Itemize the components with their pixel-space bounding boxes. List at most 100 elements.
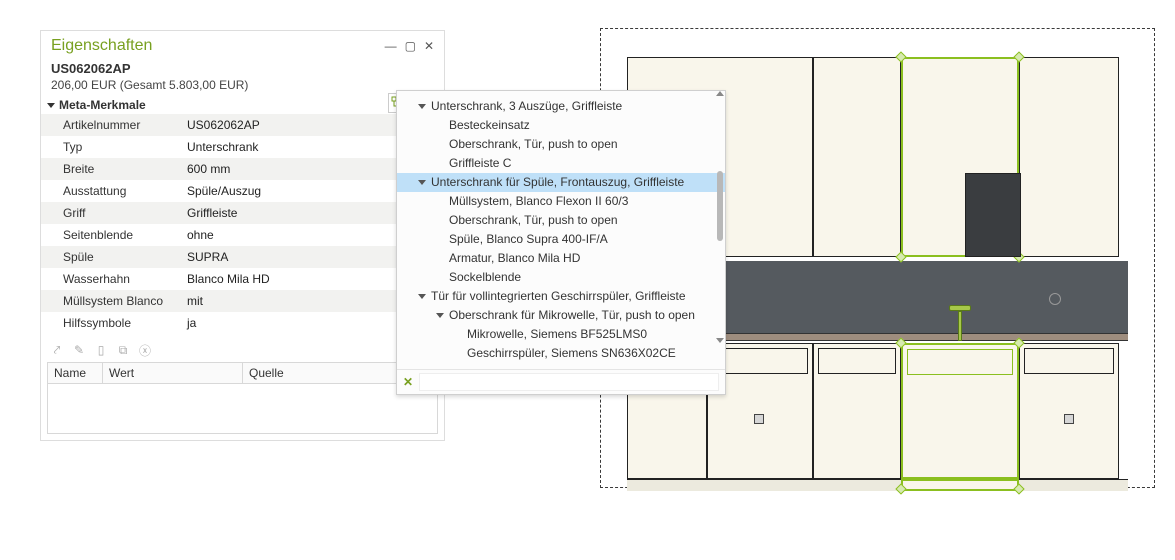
close-icon[interactable]: ✕ — [424, 40, 434, 52]
property-label: Müllsystem Blanco — [41, 290, 181, 312]
property-row[interactable]: Breite600 mm — [41, 158, 444, 180]
faucet-icon[interactable] — [953, 305, 967, 341]
section-title: Meta-Merkmale — [59, 98, 146, 112]
property-label: Wasserhahn — [41, 268, 181, 290]
tree-item[interactable]: Unterschrank, 3 Auszüge, Griffleiste — [397, 97, 725, 116]
tree-item[interactable]: Armatur, Blanco Mila HD — [397, 249, 725, 268]
tree-item[interactable]: Mikrowelle, Siemens BF525LMS0 — [397, 325, 725, 344]
tree-item[interactable]: Unterschrank für Spüle, Frontauszug, Gri… — [397, 173, 725, 192]
property-label: Ausstattung — [41, 180, 181, 202]
tree-item[interactable]: Sockelblende — [397, 268, 725, 287]
drawer — [907, 349, 1013, 375]
microwave-panel[interactable] — [965, 173, 1021, 257]
scroll-up-icon[interactable] — [716, 91, 724, 96]
drawer — [1024, 348, 1114, 374]
tree-item-label: Oberschrank für Mikrowelle, Tür, push to… — [447, 307, 715, 324]
panel-title: Eigenschaften — [51, 37, 385, 55]
faucet-stem — [958, 311, 962, 341]
tree-item[interactable]: Geschirrspüler, Siemens SN636X02CE — [397, 344, 725, 363]
item-code: US062062AP — [41, 61, 444, 76]
attr-body-empty — [47, 384, 438, 434]
property-row[interactable]: Müllsystem Blancomit — [41, 290, 444, 312]
chevron-down-icon[interactable] — [433, 313, 447, 318]
minimize-icon[interactable]: — — [385, 40, 397, 52]
property-row[interactable]: Seitenblendeohne — [41, 224, 444, 246]
tree-item[interactable]: Tür für vollintegrierten Geschirrspüler,… — [397, 287, 725, 306]
add-icon[interactable]: ⤤ — [49, 342, 65, 358]
window-controls: — ▢ ✕ — [385, 40, 434, 52]
chevron-down-icon — [47, 103, 55, 108]
property-label: Breite — [41, 158, 181, 180]
tree-item[interactable]: Besteckeinsatz — [397, 116, 725, 135]
toekick-selected[interactable] — [901, 479, 1019, 491]
property-row[interactable]: GriffGriffleiste — [41, 202, 444, 224]
scroll-thumb[interactable] — [717, 171, 723, 241]
tree-item-label: Oberschrank, Tür, push to open — [447, 136, 715, 153]
tree-item[interactable]: Müllsystem, Blanco Flexon II 60/3 — [397, 192, 725, 211]
property-row[interactable]: SpüleSUPRA — [41, 246, 444, 268]
chevron-down-icon[interactable] — [415, 104, 429, 109]
upper-cabinet[interactable] — [813, 57, 901, 257]
chevron-down-icon[interactable] — [415, 294, 429, 299]
tree-item-label: Spüle, Blanco Supra 400-IF/A — [447, 231, 715, 248]
tree-footer: ✕ — [397, 369, 725, 394]
property-label: Griff — [41, 202, 181, 224]
copy-icon[interactable]: ⧉ — [115, 342, 131, 358]
hob-ring-icon — [1049, 293, 1061, 305]
property-row[interactable]: Hilfssymboleja — [41, 312, 444, 334]
property-label: Seitenblende — [41, 224, 181, 246]
toekick — [627, 479, 1128, 491]
properties-panel: Eigenschaften — ▢ ✕ US062062AP 206,00 EU… — [40, 30, 445, 441]
base-cabinet[interactable] — [813, 343, 901, 479]
attr-columns: Name Wert Quelle — [47, 362, 438, 384]
handle-icon — [1064, 414, 1074, 424]
tree-item[interactable]: Spüle, Blanco Supra 400-IF/A — [397, 230, 725, 249]
properties-table: ArtikelnummerUS062062APTypUnterschrankBr… — [41, 114, 444, 334]
property-row[interactable]: AusstattungSpüle/Auszug — [41, 180, 444, 202]
property-row[interactable]: TypUnterschrank — [41, 136, 444, 158]
base-cabinet-selected[interactable] — [901, 343, 1019, 479]
filter-input[interactable] — [419, 373, 719, 391]
panel-header: Eigenschaften — ▢ ✕ — [41, 31, 444, 57]
property-label: Typ — [41, 136, 181, 158]
drawer — [712, 348, 808, 374]
property-row[interactable]: WasserhahnBlanco Mila HD — [41, 268, 444, 290]
hierarchy-popup: Unterschrank, 3 Auszüge, Griffleiste Best… — [396, 90, 726, 395]
delete-icon[interactable]: ⓧ — [137, 342, 153, 358]
hierarchy-tree[interactable]: Unterschrank, 3 Auszüge, Griffleiste Best… — [397, 91, 725, 369]
meta-section-header[interactable]: Meta-Merkmale — [41, 96, 444, 114]
property-label: Spüle — [41, 246, 181, 268]
tree-item[interactable]: Oberschrank, Tür, push to open — [397, 135, 725, 154]
property-label: Artikelnummer — [41, 114, 181, 136]
tree-item-label: Griffleiste C — [447, 155, 715, 172]
tree-item-label: Müllsystem, Blanco Flexon II 60/3 — [447, 193, 715, 210]
maximize-icon[interactable]: ▢ — [405, 40, 416, 52]
attribute-toolbar: ⤤ ✎ ▯ ⧉ ⓧ — [49, 342, 438, 358]
handle-icon — [754, 414, 764, 424]
upper-cabinet[interactable] — [1019, 57, 1119, 257]
tree-item[interactable]: Oberschrank für Mikrowelle, Tür, push to… — [397, 306, 725, 325]
clear-filter-button[interactable]: ✕ — [403, 375, 413, 389]
tree-item-label: Tür für vollintegrierten Geschirrspüler,… — [429, 288, 715, 305]
tree-item-label: Oberschrank, Tür, push to open — [447, 212, 715, 229]
page-icon[interactable]: ▯ — [93, 342, 109, 358]
drawer — [818, 348, 896, 374]
tree-item-label: Unterschrank, 3 Auszüge, Griffleiste — [429, 98, 715, 115]
chevron-down-icon[interactable] — [415, 180, 429, 185]
tree-item-label: Besteckeinsatz — [447, 117, 715, 134]
col-value[interactable]: Wert — [103, 363, 243, 383]
tree-item-label: Unterschrank für Spüle, Frontauszug, Gri… — [429, 174, 715, 191]
tree-item-label: Mikrowelle, Siemens BF525LMS0 — [465, 326, 715, 343]
col-name[interactable]: Name — [48, 363, 103, 383]
property-row[interactable]: ArtikelnummerUS062062AP — [41, 114, 444, 136]
price-line: 206,00 EUR (Gesamt 5.803,00 EUR) — [41, 78, 444, 92]
eyedropper-icon[interactable]: ✎ — [71, 342, 87, 358]
base-cabinet[interactable] — [1019, 343, 1119, 479]
scrollbar[interactable] — [717, 93, 723, 341]
tree-item-label: Geschirrspüler, Siemens SN636X02CE — [465, 345, 715, 362]
custom-attributes-area: ⤤ ✎ ▯ ⧉ ⓧ Name Wert Quelle — [41, 334, 444, 440]
scroll-down-icon[interactable] — [716, 338, 724, 343]
tree-item[interactable]: Oberschrank, Tür, push to open — [397, 211, 725, 230]
tree-item-label: Armatur, Blanco Mila HD — [447, 250, 715, 267]
tree-item[interactable]: Griffleiste C — [397, 154, 725, 173]
